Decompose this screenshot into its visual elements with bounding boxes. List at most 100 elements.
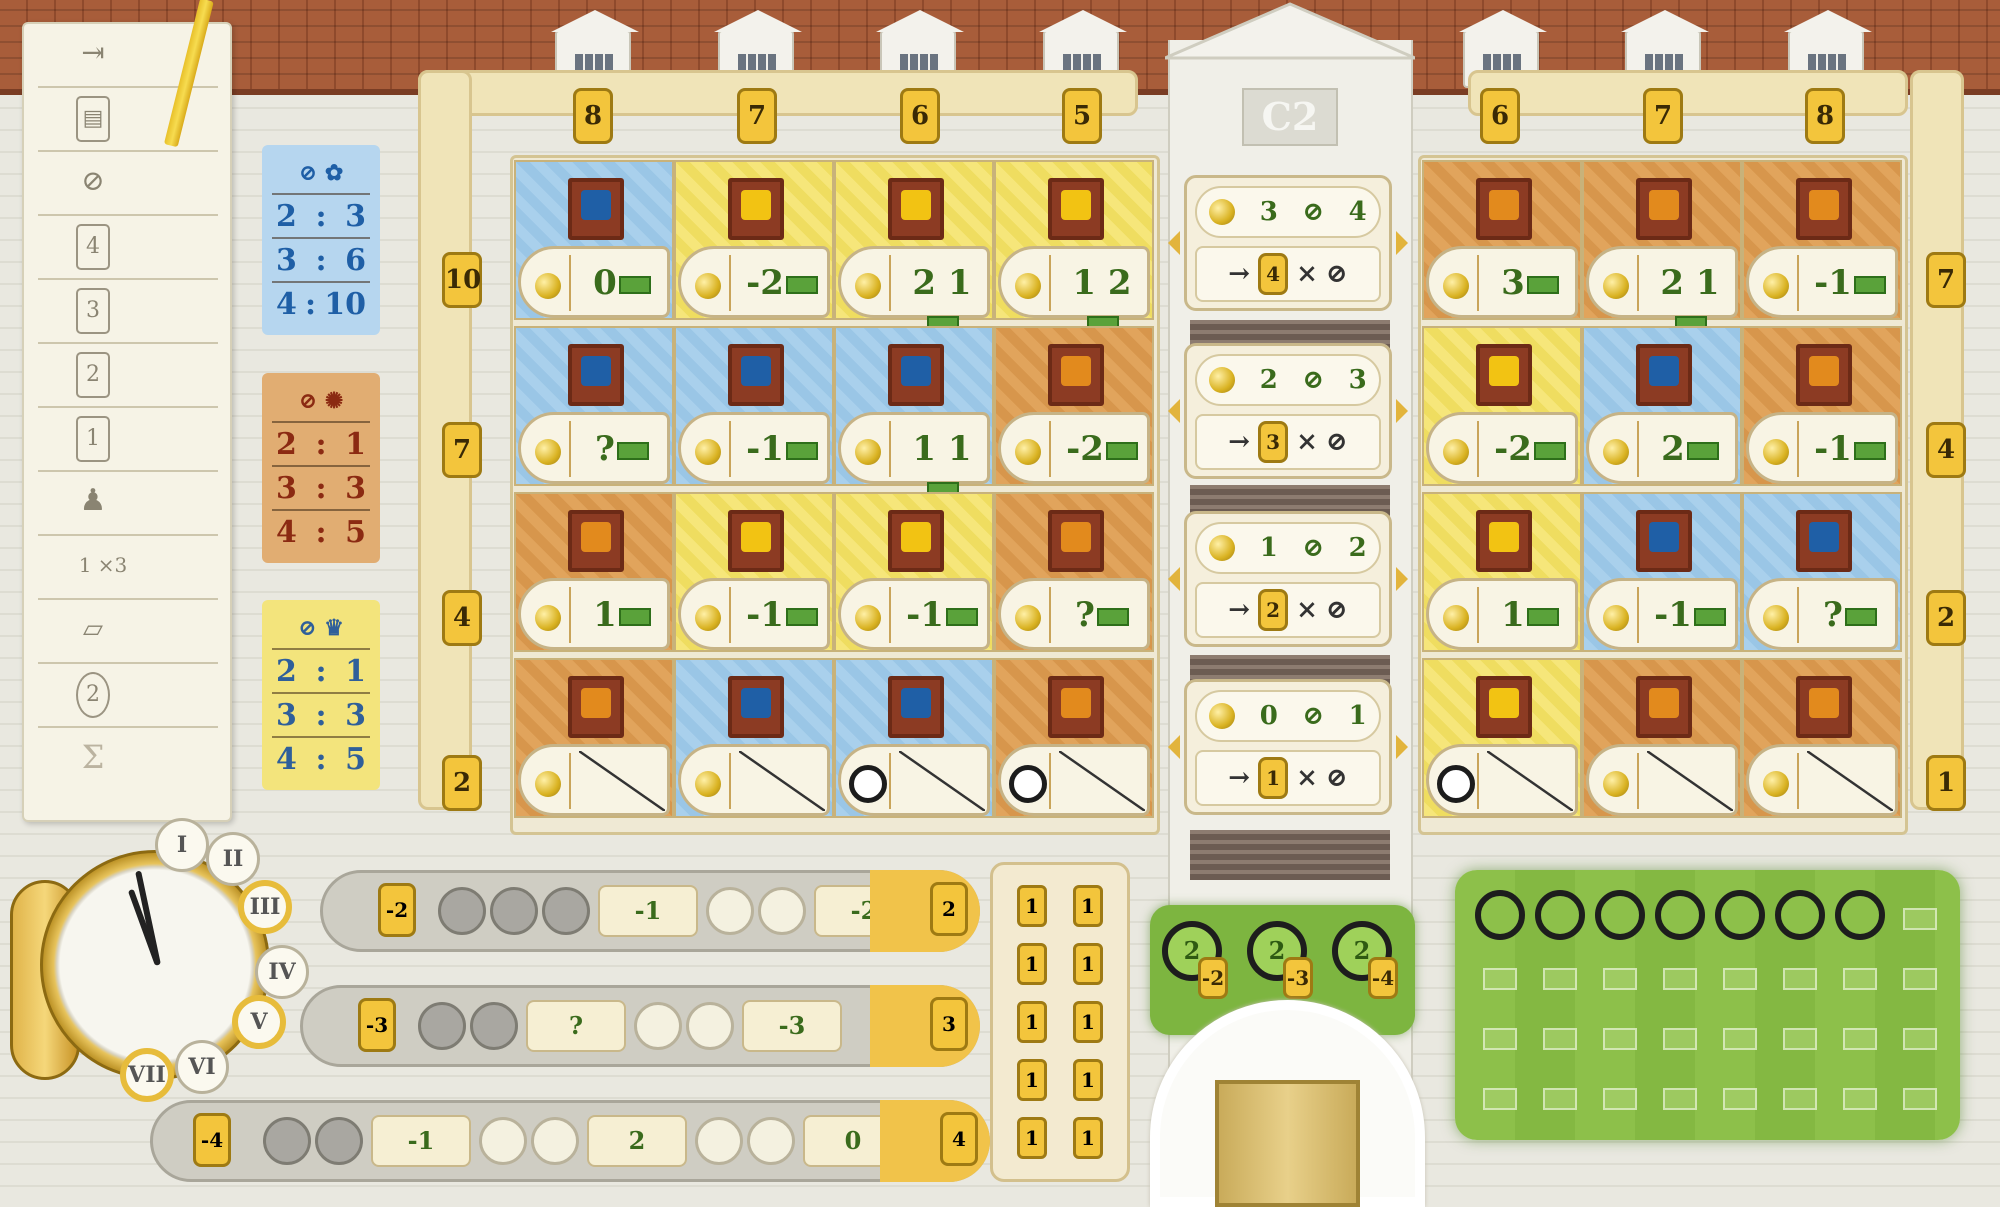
money-slot[interactable] — [1903, 1028, 1937, 1050]
center-panel[interactable]: 1 ⊘ 2 → 2 × ⊘ — [1184, 511, 1392, 647]
balcony[interactable]: -1 — [678, 578, 830, 650]
money-slot[interactable] — [1483, 1028, 1517, 1050]
staff-tile[interactable]: 1 — [1017, 1059, 1047, 1101]
round-card[interactable]: -1 — [371, 1115, 471, 1167]
round-card[interactable]: ? — [526, 1000, 626, 1052]
room-blue[interactable]: 1 1 — [834, 326, 994, 500]
round-marker[interactable]: VI — [175, 1040, 229, 1094]
action-slot[interactable] — [490, 887, 538, 935]
money-slot-ring[interactable] — [1475, 890, 1525, 940]
money-slot[interactable] — [1603, 1088, 1637, 1110]
room-orange[interactable]: 1 — [514, 492, 674, 652]
balcony[interactable]: 1 — [1426, 578, 1578, 650]
balcony[interactable] — [1746, 744, 1898, 816]
action-slot[interactable] — [747, 1117, 795, 1165]
garden-slot[interactable]: 2 -3 — [1247, 921, 1313, 999]
room-blue[interactable]: ? — [1742, 492, 1902, 652]
round-card[interactable]: -3 — [742, 1000, 842, 1052]
round-marker[interactable]: IV — [255, 945, 309, 999]
garden-slot[interactable]: 2 -4 — [1332, 921, 1398, 999]
action-slot[interactable] — [531, 1117, 579, 1165]
room-blue[interactable] — [834, 658, 994, 818]
room-yellow[interactable]: -1 — [834, 492, 994, 652]
money-slot[interactable] — [1723, 968, 1757, 990]
balcony[interactable]: 3 — [1426, 246, 1578, 318]
room-yellow[interactable]: -2 — [1422, 326, 1582, 486]
action-slot[interactable] — [315, 1117, 363, 1165]
action-slot[interactable] — [470, 1002, 518, 1050]
staff-tile[interactable]: 1 — [1017, 885, 1047, 927]
action-slot[interactable] — [418, 1002, 466, 1050]
money-slot[interactable] — [1783, 1088, 1817, 1110]
money-slot[interactable] — [1543, 968, 1577, 990]
action-slot[interactable] — [634, 1002, 682, 1050]
balcony[interactable] — [1586, 744, 1738, 816]
balcony[interactable]: 1 2 — [998, 246, 1150, 334]
room-yellow[interactable]: 1 2 — [994, 160, 1154, 334]
staff-tile[interactable]: 1 — [1017, 1117, 1047, 1159]
balcony[interactable]: 2 — [1586, 412, 1738, 484]
center-panel[interactable]: 2 ⊘ 3 → 3 × ⊘ — [1184, 343, 1392, 479]
room-orange[interactable]: -2 — [994, 326, 1154, 486]
balcony[interactable] — [678, 744, 830, 816]
balcony[interactable]: -1 — [838, 578, 990, 650]
balcony[interactable]: ? — [998, 578, 1150, 650]
money-slot[interactable] — [1483, 968, 1517, 990]
room-blue[interactable]: 2 — [1582, 326, 1742, 486]
money-slot-ring[interactable] — [1595, 890, 1645, 940]
staff-tile[interactable]: 1 — [1017, 1001, 1047, 1043]
room-blue[interactable]: ? — [514, 326, 674, 486]
garden-slot[interactable]: 2 -2 — [1162, 921, 1228, 999]
balcony[interactable] — [1426, 744, 1578, 816]
staff-tile[interactable]: 1 — [1073, 1059, 1103, 1101]
money-slot[interactable] — [1783, 1028, 1817, 1050]
money-slot[interactable] — [1723, 1028, 1757, 1050]
money-slot[interactable] — [1543, 1028, 1577, 1050]
action-slot[interactable] — [706, 887, 754, 935]
round-marker[interactable]: I — [155, 818, 209, 872]
money-slot[interactable] — [1843, 968, 1877, 990]
staff-tile[interactable]: 1 — [1017, 943, 1047, 985]
room-yellow[interactable] — [1422, 658, 1582, 818]
balcony[interactable]: 1 — [518, 578, 670, 650]
staff-tile[interactable]: 1 — [1073, 1001, 1103, 1043]
round-marker[interactable]: II — [206, 832, 260, 886]
room-orange[interactable]: ? — [994, 492, 1154, 652]
room-orange[interactable] — [1742, 658, 1902, 818]
balcony[interactable]: 2 1 — [1586, 246, 1738, 334]
staff-tile[interactable]: 1 — [1073, 943, 1103, 985]
room-blue[interactable]: -1 — [674, 326, 834, 486]
balcony[interactable]: -1 — [1586, 578, 1738, 650]
money-slot[interactable] — [1543, 1088, 1577, 1110]
money-slot[interactable] — [1663, 1088, 1697, 1110]
action-slot[interactable] — [479, 1117, 527, 1165]
room-orange[interactable] — [514, 658, 674, 818]
money-slot[interactable] — [1843, 1028, 1877, 1050]
action-slot[interactable] — [695, 1117, 743, 1165]
balcony[interactable] — [838, 744, 990, 816]
balcony[interactable]: ? — [1746, 578, 1898, 650]
room-orange[interactable]: -1 — [1742, 326, 1902, 486]
balcony[interactable]: 2 1 — [838, 246, 990, 334]
money-slot-ring[interactable] — [1835, 890, 1885, 940]
round-marker[interactable]: VII — [120, 1048, 174, 1102]
money-slot[interactable] — [1603, 968, 1637, 990]
round-card[interactable]: -1 — [598, 885, 698, 937]
balcony[interactable]: 0 — [518, 246, 670, 318]
room-orange[interactable] — [1582, 658, 1742, 818]
money-slot[interactable] — [1663, 968, 1697, 990]
staff-tile[interactable]: 1 — [1073, 1117, 1103, 1159]
money-slot[interactable] — [1783, 968, 1817, 990]
balcony[interactable] — [518, 744, 670, 816]
balcony[interactable]: -1 — [678, 412, 830, 484]
money-slot[interactable] — [1663, 1028, 1697, 1050]
balcony[interactable]: -2 — [1426, 412, 1578, 484]
balcony[interactable]: 1 1 — [838, 412, 990, 500]
room-orange[interactable]: 3 — [1422, 160, 1582, 320]
action-slot[interactable] — [263, 1117, 311, 1165]
balcony[interactable]: -1 — [1746, 412, 1898, 484]
room-yellow[interactable]: 1 — [1422, 492, 1582, 652]
round-card[interactable]: 2 — [587, 1115, 687, 1167]
balcony[interactable]: ? — [518, 412, 670, 484]
room-blue[interactable]: 0 — [514, 160, 674, 320]
